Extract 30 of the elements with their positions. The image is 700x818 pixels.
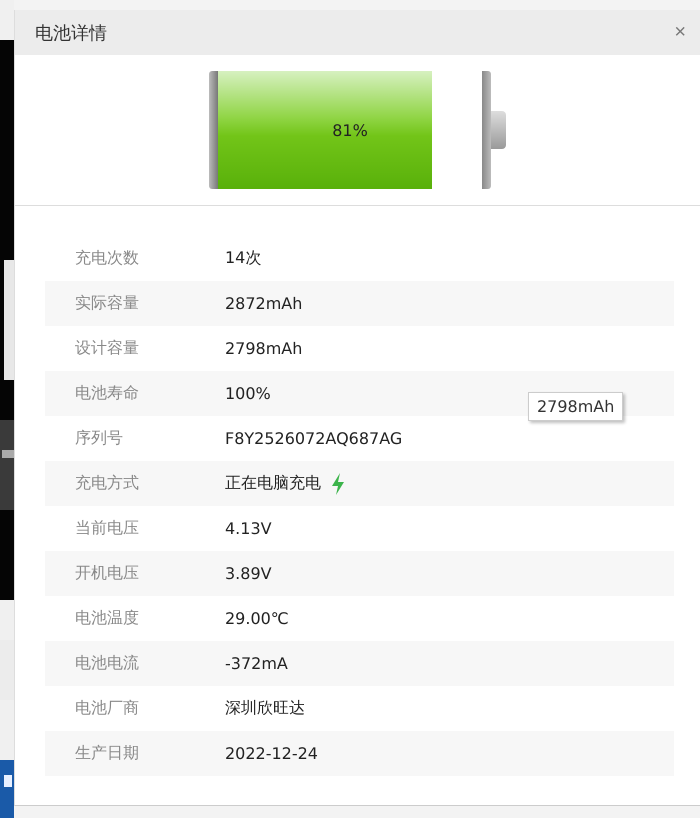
field-value: 2798mAh: [225, 339, 302, 358]
field-label: 序列号: [74, 428, 124, 449]
field-value: 14次: [225, 248, 262, 269]
field-value: -372mA: [225, 654, 288, 673]
field-label: 电池寿命: [74, 383, 140, 404]
field-label: 电池厂商: [74, 698, 140, 719]
field-value: 正在电脑充电: [225, 473, 321, 494]
field-value: 4.13V: [225, 519, 272, 538]
field-value: 29.00℃: [225, 609, 289, 628]
field-value: 100%: [225, 384, 271, 403]
battery-percentage: 81%: [332, 120, 368, 140]
field-label: 充电次数: [74, 248, 140, 269]
field-value: F8Y2526072AQ687AG: [225, 429, 402, 448]
field-label: 当前电压: [74, 518, 140, 539]
field-label: 电池电流: [74, 653, 140, 674]
field-value: 2022-12-24: [225, 744, 318, 763]
tooltip: 2798mAh: [528, 392, 624, 421]
field-value: 深圳欣旺达: [225, 698, 305, 719]
battery-terminal: [491, 111, 506, 149]
field-label: 实际容量: [74, 293, 140, 314]
lightning-icon: [331, 472, 345, 494]
close-button[interactable]: ×: [672, 21, 688, 44]
field-label: 生产日期: [74, 743, 140, 764]
window-title: 电池详情: [35, 22, 107, 44]
field-label: 充电方式: [74, 473, 140, 494]
field-label: 开机电压: [74, 563, 140, 584]
field-value: 2872mAh: [225, 294, 302, 313]
field-value: 3.89V: [225, 564, 272, 583]
field-label: 电池温度: [74, 608, 140, 629]
field-label: 设计容量: [74, 338, 140, 359]
